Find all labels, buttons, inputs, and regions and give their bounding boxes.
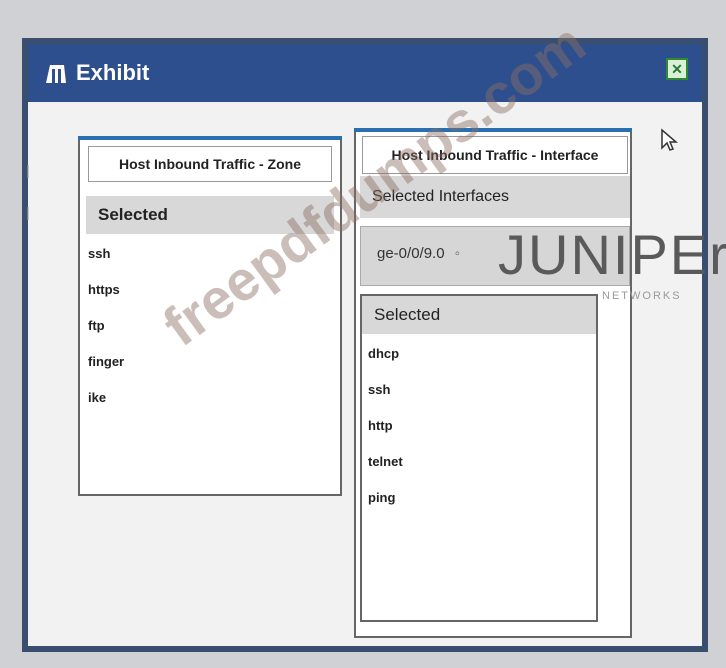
- exhibit-window: Exhibit ✕ | | Host Inbound Traffic - Zon…: [22, 38, 726, 652]
- list-item[interactable]: ftp: [88, 308, 124, 344]
- dropdown-icon: ◦: [454, 245, 461, 262]
- list-item[interactable]: finger: [88, 344, 124, 380]
- interface-selected-header: Selected: [362, 296, 596, 334]
- list-item[interactable]: ike: [88, 380, 124, 416]
- juniper-logo-subtext: NETWORKS: [602, 290, 682, 302]
- edge-artifact: |: [26, 162, 30, 178]
- close-button[interactable]: ✕: [666, 58, 688, 80]
- window-titlebar: Exhibit ✕: [28, 44, 702, 102]
- interface-selected-subpanel: Selected dhcp ssh http telnet ping: [360, 294, 598, 622]
- zone-selected-list: ssh https ftp finger ike: [88, 236, 124, 416]
- close-icon: ✕: [671, 61, 683, 77]
- interface-value: ge-0/0/9.0: [377, 245, 445, 262]
- panel-accent-line: [78, 136, 342, 140]
- mouse-pointer-icon: [660, 128, 679, 157]
- list-item[interactable]: https: [88, 272, 124, 308]
- list-item[interactable]: ssh: [88, 236, 124, 272]
- edge-artifact: |: [26, 204, 30, 220]
- window-title: Exhibit: [76, 60, 150, 85]
- list-item[interactable]: telnet: [368, 444, 403, 480]
- list-item[interactable]: ping: [368, 480, 403, 516]
- exhibit-icon: [44, 60, 70, 86]
- juniper-logo: JUNIPEr: [498, 223, 726, 286]
- interface-chip[interactable]: ge-0/0/9.0 ◦: [377, 245, 460, 262]
- list-item[interactable]: http: [368, 408, 403, 444]
- list-item[interactable]: dhcp: [368, 336, 403, 372]
- interface-selected-list: dhcp ssh http telnet ping: [368, 336, 403, 516]
- list-item[interactable]: ssh: [368, 372, 403, 408]
- zone-panel-header: Host Inbound Traffic - Zone: [88, 146, 332, 182]
